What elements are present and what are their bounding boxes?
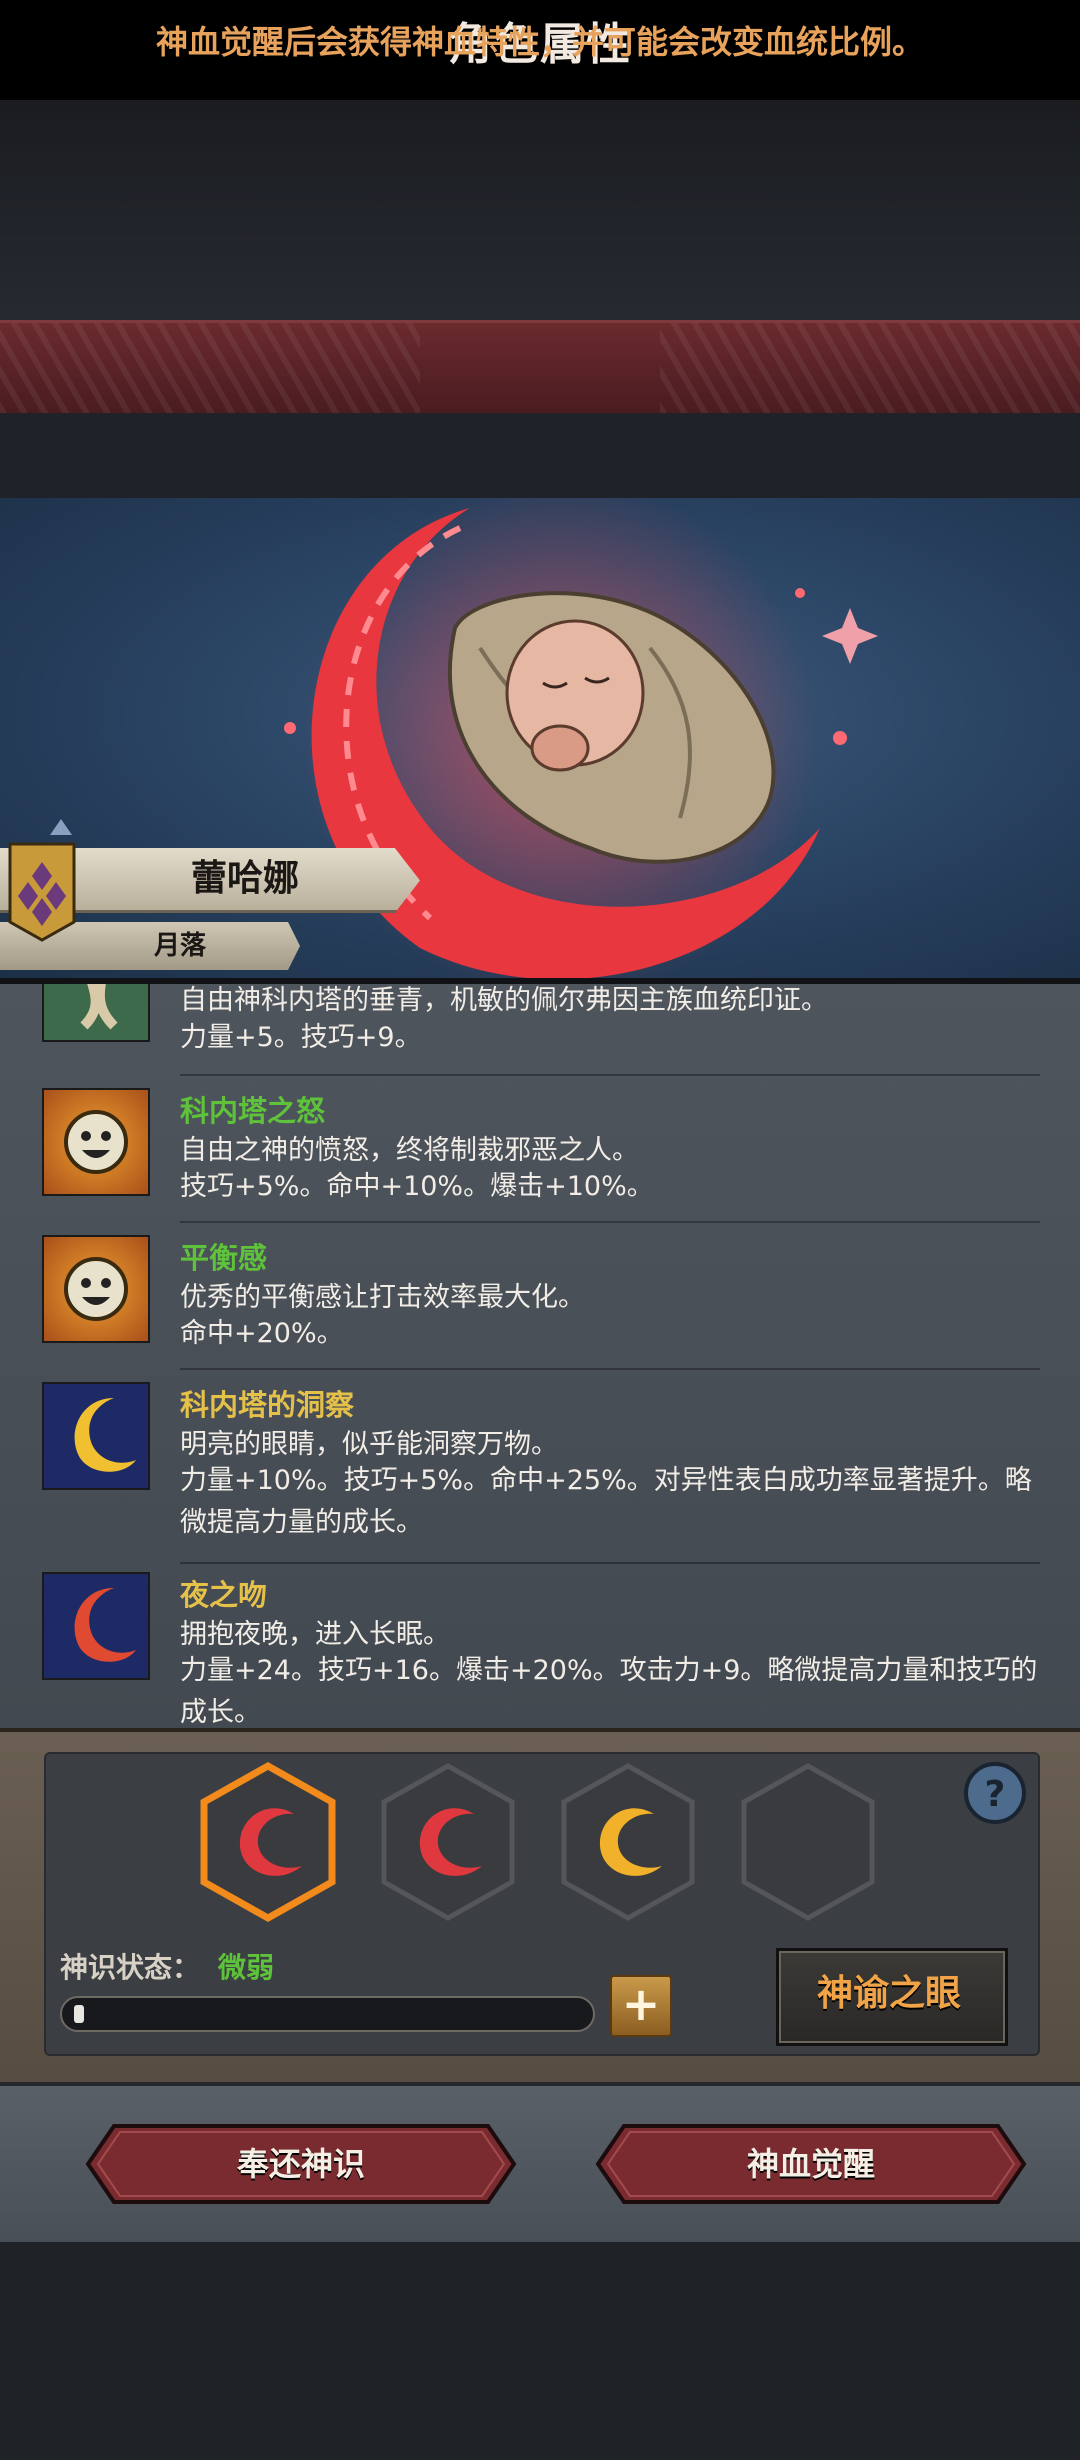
hint-bar	[0, 413, 1080, 498]
status-value: 微弱	[218, 1951, 275, 1984]
trait-name: 科内塔之怒	[180, 1094, 326, 1128]
divider	[180, 1221, 1040, 1223]
trait-list[interactable]: 自由神科内塔的垂青，机敏的佩尔弗因主族血统印证。 力量+5。技巧+9。 科内塔之…	[0, 984, 1080, 1728]
status-label: 神识状态：	[60, 1951, 201, 1984]
trait-effects: 命中+20%。	[180, 1318, 344, 1349]
red-crescent-icon	[42, 1572, 150, 1680]
svg-text:?: ?	[985, 1774, 1006, 1815]
divider	[180, 1368, 1040, 1370]
progress-fill	[74, 2005, 84, 2023]
divine-sense-progress	[60, 1996, 595, 2032]
awaken-blood-label[interactable]: 神血觉醒	[594, 2122, 1028, 2206]
title-banner	[0, 320, 1080, 416]
smiley-sun-icon	[42, 1235, 150, 1343]
trait-effects: 力量+24。技巧+16。爆击+20%。攻击力+9。略微提高力量和技巧的成长。	[180, 1655, 1038, 1728]
trait-name: 平衡感	[180, 1241, 268, 1275]
root-icon	[42, 984, 150, 1042]
character-title: 月落	[153, 931, 206, 961]
divider	[180, 1074, 1040, 1076]
trait-description: 自由神科内塔的垂青，机敏的佩尔弗因主族血统印证。	[180, 985, 828, 1016]
blood-slot-1[interactable]	[198, 1762, 338, 1922]
footer	[0, 2242, 1080, 2460]
golden-crescent-icon	[42, 1382, 150, 1490]
help-icon[interactable]: ?	[962, 1760, 1028, 1826]
trait-effects: 技巧+5%。命中+10%。爆击+10%。	[180, 1171, 654, 1202]
return-sense-label[interactable]: 奉还神识	[84, 2122, 518, 2206]
character-name: 蕾哈娜	[190, 858, 299, 899]
family-crest-icon	[8, 842, 76, 942]
hint-text: 神血觉醒后会获得神血特性，并可能会改变血统比例。	[155, 23, 924, 61]
trait-description: 明亮的眼睛，似乎能洞察万物。	[180, 1429, 558, 1460]
divider	[180, 1562, 1040, 1564]
trait-name: 夜之吻	[180, 1578, 268, 1612]
oracle-eye-label[interactable]: 神谕之眼	[776, 1948, 1002, 2040]
trait-description: 自由之神的愤怒，终将制裁邪恶之人。	[180, 1135, 639, 1166]
blood-slot-3[interactable]	[558, 1762, 698, 1922]
trait-description: 优秀的平衡感让打击效率最大化。	[180, 1282, 585, 1313]
trait-effects: 力量+5。技巧+9。	[180, 1022, 422, 1053]
trait-name: 科内塔的洞察	[180, 1388, 355, 1422]
rank-icon	[50, 819, 72, 835]
blood-slot-4[interactable]	[738, 1762, 878, 1922]
smiley-sun-icon	[42, 1088, 150, 1196]
trait-description: 拥抱夜晚，进入长眠。	[180, 1619, 450, 1650]
blood-slot-2[interactable]	[378, 1762, 518, 1922]
add-button[interactable]: +	[610, 1975, 672, 2037]
backdrop	[0, 100, 1080, 320]
trait-effects: 力量+10%。技巧+5%。命中+25%。对异性表白成功率显著提升。略微提高力量的…	[180, 1465, 1032, 1538]
